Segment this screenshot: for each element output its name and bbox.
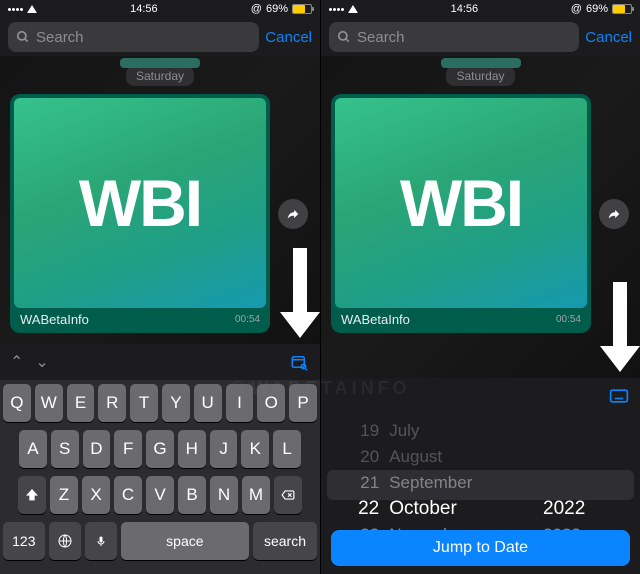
shift-icon — [24, 487, 40, 503]
keyboard-accessory: ⌃ ⌄ — [0, 344, 320, 380]
key-i[interactable]: I — [226, 384, 254, 422]
key-p[interactable]: P — [289, 384, 317, 422]
key-h[interactable]: H — [178, 430, 206, 468]
backspace-icon — [279, 488, 297, 502]
key-d[interactable]: D — [83, 430, 111, 468]
globe-key[interactable] — [49, 522, 81, 560]
key-j[interactable]: J — [210, 430, 238, 468]
picker-option[interactable]: 20 — [360, 444, 379, 470]
key-l[interactable]: L — [273, 430, 301, 468]
at-icon: @ — [251, 3, 262, 15]
message-caption: WABetaInfo — [341, 312, 410, 327]
picker-option[interactable]: 19 — [360, 418, 379, 444]
message-image: WBI — [14, 98, 266, 308]
forward-icon — [607, 207, 621, 221]
date-picker[interactable]: 192021222324 JulyAugustSeptemberOctoberN… — [321, 414, 640, 574]
battery-pct: 69% — [586, 3, 608, 15]
day-separator: Saturday — [446, 66, 514, 86]
day-separator: Saturday — [126, 66, 194, 86]
picker-option[interactable]: July — [389, 418, 419, 444]
chat-area: Saturday WBI WABetaInfo 00:54 — [321, 56, 640, 378]
key-y[interactable]: Y — [162, 384, 190, 422]
message-caption: WABetaInfo — [20, 312, 89, 327]
status-time: 14:56 — [451, 3, 479, 15]
key-q[interactable]: Q — [3, 384, 31, 422]
signal-icon — [8, 8, 23, 11]
battery-icon — [292, 4, 312, 14]
status-bar: 14:56 @ 69% — [321, 0, 640, 18]
keyboard-icon[interactable] — [608, 385, 630, 407]
search-icon — [16, 30, 30, 44]
search-icon — [337, 30, 351, 44]
message-time: 00:54 — [235, 314, 260, 325]
jump-to-date-button[interactable]: Jump to Date — [331, 530, 630, 566]
globe-icon — [57, 533, 73, 549]
prev-message-peek — [120, 58, 200, 68]
message-bubble[interactable]: WBI WABetaInfo 00:54 — [10, 94, 270, 333]
message-time: 00:54 — [556, 314, 581, 325]
key-o[interactable]: O — [257, 384, 285, 422]
search-box[interactable] — [8, 22, 259, 52]
phone-right: 14:56 @ 69% Cancel Saturday WBI WABetaIn… — [320, 0, 640, 574]
status-bar: 14:56 @ 69% — [0, 0, 320, 18]
key-s[interactable]: S — [51, 430, 79, 468]
key-x[interactable]: X — [82, 476, 110, 514]
cancel-button[interactable]: Cancel — [265, 29, 312, 46]
search-header: Cancel — [321, 18, 640, 56]
cancel-button[interactable]: Cancel — [585, 29, 632, 46]
key-v[interactable]: V — [146, 476, 174, 514]
chevron-down-icon[interactable]: ⌄ — [35, 352, 48, 372]
key-k[interactable]: K — [241, 430, 269, 468]
forward-icon — [286, 207, 300, 221]
battery-pct: 69% — [266, 3, 288, 15]
prev-message-peek — [441, 58, 521, 68]
key-w[interactable]: W — [35, 384, 63, 422]
chat-area: Saturday WBI WABetaInfo 00:54 — [0, 56, 320, 344]
picker-accessory — [321, 378, 640, 414]
key-g[interactable]: G — [146, 430, 174, 468]
chevron-up-icon[interactable]: ⌃ — [10, 352, 23, 372]
search-header: Cancel — [0, 18, 320, 56]
arrow-annotation-icon — [604, 282, 636, 372]
mic-icon — [95, 533, 107, 549]
wifi-icon — [27, 5, 37, 13]
shift-key[interactable] — [18, 476, 46, 514]
key-e[interactable]: E — [67, 384, 95, 422]
status-time: 14:56 — [130, 3, 158, 15]
space-key[interactable]: space — [121, 522, 249, 560]
key-a[interactable]: A — [19, 430, 47, 468]
message-bubble[interactable]: WBI WABetaInfo 00:54 — [331, 94, 591, 333]
key-u[interactable]: U — [194, 384, 222, 422]
key-t[interactable]: T — [130, 384, 158, 422]
forward-button[interactable] — [599, 199, 629, 229]
search-input[interactable] — [36, 29, 251, 46]
key-b[interactable]: B — [178, 476, 206, 514]
forward-button[interactable] — [278, 199, 308, 229]
wifi-icon — [348, 5, 358, 13]
numbers-key[interactable]: 123 — [3, 522, 45, 560]
key-f[interactable]: F — [114, 430, 142, 468]
search-box[interactable] — [329, 22, 579, 52]
search-key[interactable]: search — [253, 522, 317, 560]
message-image: WBI — [335, 98, 587, 308]
arrow-annotation-icon — [284, 248, 316, 338]
backspace-key[interactable] — [274, 476, 302, 514]
at-icon: @ — [571, 3, 582, 15]
picker-option[interactable]: August — [389, 444, 442, 470]
key-c[interactable]: C — [114, 476, 142, 514]
key-n[interactable]: N — [210, 476, 238, 514]
keyboard[interactable]: QWERTYUIOP ASDFGHJKL ZXCVBNM 123 space s… — [0, 380, 320, 574]
phone-left: 14:56 @ 69% Cancel Saturday WBI WABetaIn… — [0, 0, 320, 574]
calendar-search-icon[interactable] — [288, 351, 310, 373]
key-m[interactable]: M — [242, 476, 270, 514]
key-z[interactable]: Z — [50, 476, 78, 514]
picker-selection-band — [327, 470, 634, 500]
search-input[interactable] — [357, 29, 571, 46]
battery-icon — [612, 4, 632, 14]
key-r[interactable]: R — [98, 384, 126, 422]
signal-icon — [329, 8, 344, 11]
dictation-key[interactable] — [85, 522, 117, 560]
